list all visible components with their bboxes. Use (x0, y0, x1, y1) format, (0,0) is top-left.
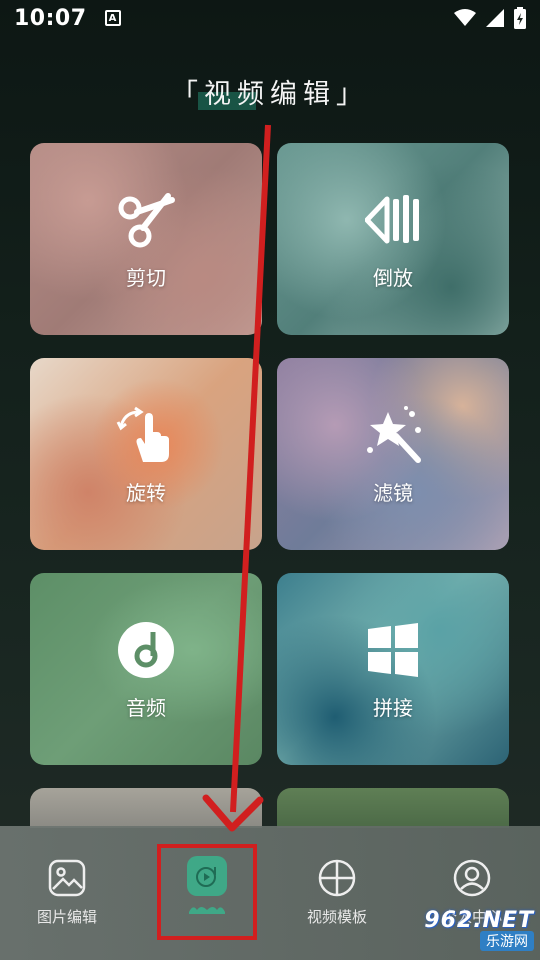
filter-card[interactable]: 滤镜 (277, 358, 509, 550)
scissors-icon (114, 188, 178, 252)
nav-label-video-template: 视频模板 (306, 908, 367, 926)
watermark-bottom-text: 乐游网 (480, 931, 534, 951)
signal-icon (486, 9, 504, 27)
splice-card[interactable]: 拼接 (277, 573, 509, 765)
rotate-label: 旋转 (126, 480, 166, 505)
battery-icon (514, 7, 526, 29)
page-title: 「视频编辑」 (171, 79, 369, 110)
nav-item-video-template[interactable]: 视频模板 (277, 856, 397, 927)
status-right-icons (454, 7, 526, 29)
user-icon (450, 856, 494, 900)
cut-label: 剪切 (126, 265, 166, 290)
filter-label: 滤镜 (373, 480, 413, 505)
reverse-card[interactable]: 倒放 (277, 143, 509, 335)
rewind-icon (361, 188, 425, 252)
watermark-top-text: 962.NET (424, 908, 534, 933)
splice-label: 拼接 (373, 695, 413, 720)
magic-wand-icon (361, 403, 425, 467)
music-disc-icon (114, 618, 178, 682)
reverse-label: 倒放 (373, 265, 413, 290)
nav-item-image-edit[interactable]: 图片编辑 (7, 856, 127, 927)
status-bar: 10:07 A (0, 0, 540, 36)
wifi-icon (454, 9, 476, 26)
cut-card[interactable]: 剪切 (30, 143, 262, 335)
partial-card-left[interactable] (30, 788, 262, 828)
audio-card[interactable]: 音频 (30, 573, 262, 765)
annotation-highlight-box (157, 844, 257, 940)
image-icon (45, 856, 89, 900)
rotate-card[interactable]: 旋转 (30, 358, 262, 550)
nav-label-image-edit: 图片编辑 (36, 908, 97, 926)
audio-label: 音频 (126, 695, 166, 720)
grid-icon (361, 618, 425, 682)
template-icon (315, 856, 359, 900)
rotate-hand-icon (114, 403, 178, 467)
partial-card-right[interactable] (277, 788, 509, 828)
watermark-logo: 962.NET 乐游网 (400, 908, 534, 954)
status-time: 10:07 (14, 5, 87, 31)
notification-icon: A (104, 10, 121, 26)
